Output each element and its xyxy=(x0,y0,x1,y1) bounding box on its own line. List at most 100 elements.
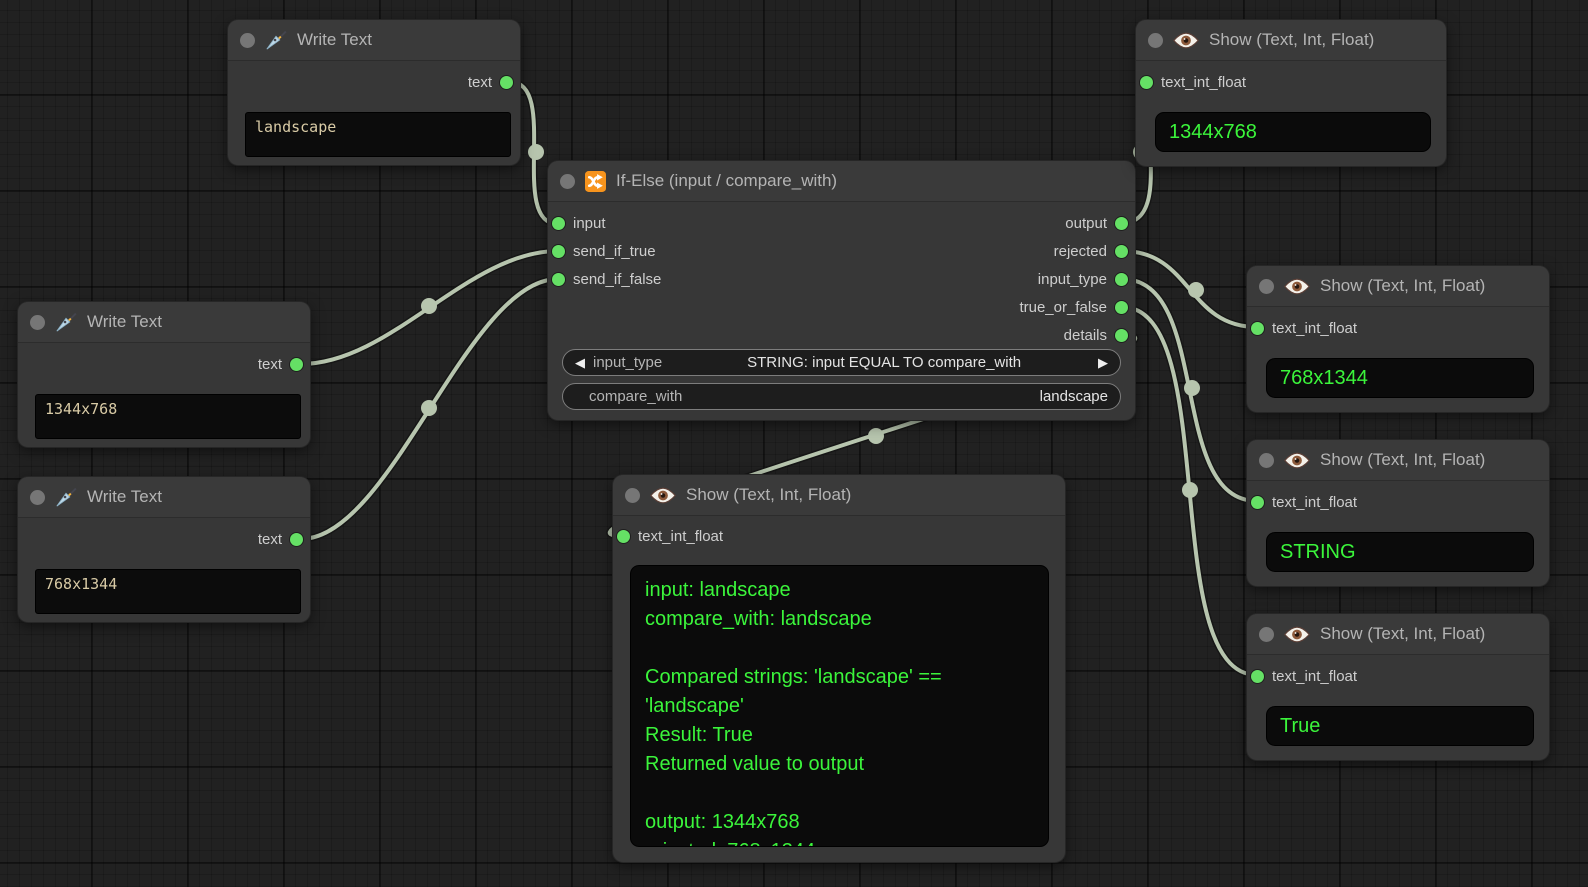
node-if-else[interactable]: If-Else (input / compare_with) input sen… xyxy=(548,161,1135,420)
port-dot[interactable] xyxy=(552,245,565,258)
output-port-text: text xyxy=(258,526,303,552)
text-input[interactable]: 768x1344 xyxy=(35,569,301,614)
eye-icon xyxy=(1284,452,1310,469)
output-port-rejected: rejected xyxy=(1054,238,1128,264)
port-label: input xyxy=(573,215,606,232)
port-label: text_int_float xyxy=(1272,494,1357,511)
collapse-toggle[interactable] xyxy=(1259,453,1274,468)
port-dot[interactable] xyxy=(1115,217,1128,230)
combo-prev-arrow[interactable]: ◀ xyxy=(575,356,585,369)
combo-label: input_type xyxy=(593,354,662,371)
port-label: true_or_false xyxy=(1019,299,1107,316)
node-title-bar: Show (Text, Int, Float) xyxy=(1247,614,1549,655)
collapse-toggle[interactable] xyxy=(1259,627,1274,642)
port-dot[interactable] xyxy=(290,358,303,371)
node-title: If-Else (input / compare_with) xyxy=(616,171,837,191)
eye-icon xyxy=(1173,32,1199,49)
collapse-toggle[interactable] xyxy=(1148,33,1163,48)
node-show-output[interactable]: Show (Text, Int, Float) text_int_float 1… xyxy=(1136,20,1446,166)
port-dot[interactable] xyxy=(1140,76,1153,89)
input-port-text-int-float: text_int_float xyxy=(1251,315,1357,341)
show-display: STRING xyxy=(1266,532,1534,572)
node-title: Show (Text, Int, Float) xyxy=(1320,450,1485,470)
node-show-true-or-false[interactable]: Show (Text, Int, Float) text_int_float T… xyxy=(1247,614,1549,760)
port-dot[interactable] xyxy=(617,530,630,543)
node-editor-canvas[interactable]: Write Text text landscape Write Text tex… xyxy=(0,0,1588,887)
node-show-details[interactable]: Show (Text, Int, Float) text_int_float i… xyxy=(613,475,1065,862)
pen-icon xyxy=(55,311,77,333)
combo-next-arrow[interactable]: ▶ xyxy=(1098,356,1108,369)
node-title: Show (Text, Int, Float) xyxy=(1320,276,1485,296)
node-title-bar: Show (Text, Int, Float) xyxy=(1247,440,1549,481)
node-title: Write Text xyxy=(297,30,372,50)
node-write-text-1[interactable]: Write Text text landscape xyxy=(228,20,520,165)
port-dot[interactable] xyxy=(552,273,565,286)
port-dot[interactable] xyxy=(500,76,513,89)
input-port-text-int-float: text_int_float xyxy=(1251,489,1357,515)
port-dot[interactable] xyxy=(1115,273,1128,286)
output-port-text: text xyxy=(258,351,303,377)
input-port-text-int-float: text_int_float xyxy=(617,523,723,549)
port-label: rejected xyxy=(1054,243,1107,260)
port-label: text xyxy=(258,356,282,373)
node-title: Show (Text, Int, Float) xyxy=(1209,30,1374,50)
port-label: text_int_float xyxy=(1272,320,1357,337)
port-dot[interactable] xyxy=(1115,301,1128,314)
port-dot[interactable] xyxy=(290,533,303,546)
node-title-bar: Write Text xyxy=(228,20,520,61)
input-type-combo[interactable]: ◀ input_type STRING: input EQUAL TO comp… xyxy=(562,349,1121,376)
node-write-text-3[interactable]: Write Text text 768x1344 xyxy=(18,477,310,622)
port-label: text_int_float xyxy=(1272,668,1357,685)
eye-icon xyxy=(1284,626,1310,643)
node-show-rejected[interactable]: Show (Text, Int, Float) text_int_float 7… xyxy=(1247,266,1549,412)
node-title-bar: If-Else (input / compare_with) xyxy=(548,161,1135,202)
output-port-output: output xyxy=(1065,210,1128,236)
output-port-text: text xyxy=(468,69,513,95)
node-title: Write Text xyxy=(87,487,162,507)
pen-icon xyxy=(55,486,77,508)
output-port-details: details xyxy=(1064,322,1128,348)
port-dot[interactable] xyxy=(1115,329,1128,342)
port-label: details xyxy=(1064,327,1107,344)
show-display: True xyxy=(1266,706,1534,746)
port-label: input_type xyxy=(1038,271,1107,288)
combo-value: STRING: input EQUAL TO compare_with xyxy=(670,354,1098,371)
eye-icon xyxy=(650,487,676,504)
collapse-toggle[interactable] xyxy=(625,488,640,503)
input-port-send-if-true: send_if_true xyxy=(552,238,656,264)
port-label: send_if_false xyxy=(573,271,661,288)
port-dot[interactable] xyxy=(1115,245,1128,258)
text-input[interactable]: landscape xyxy=(245,112,511,157)
port-dot[interactable] xyxy=(552,217,565,230)
port-dot[interactable] xyxy=(1251,670,1264,683)
collapse-toggle[interactable] xyxy=(560,174,575,189)
port-label: text_int_float xyxy=(638,528,723,545)
show-display: 768x1344 xyxy=(1266,358,1534,398)
text-input[interactable]: 1344x768 xyxy=(35,394,301,439)
node-title: Show (Text, Int, Float) xyxy=(686,485,851,505)
node-title-bar: Show (Text, Int, Float) xyxy=(1136,20,1446,61)
node-show-input-type[interactable]: Show (Text, Int, Float) text_int_float S… xyxy=(1247,440,1549,586)
input-port-text-int-float: text_int_float xyxy=(1140,69,1246,95)
eye-icon xyxy=(1284,278,1310,295)
port-label: send_if_true xyxy=(573,243,656,260)
port-dot[interactable] xyxy=(1251,496,1264,509)
compare-with-field[interactable]: compare_with landscape xyxy=(562,383,1121,410)
collapse-toggle[interactable] xyxy=(1259,279,1274,294)
port-label: text xyxy=(468,74,492,91)
show-display: input: landscape compare_with: landscape… xyxy=(630,565,1049,847)
port-label: text_int_float xyxy=(1161,74,1246,91)
port-dot[interactable] xyxy=(1251,322,1264,335)
node-write-text-2[interactable]: Write Text text 1344x768 xyxy=(18,302,310,447)
port-label: output xyxy=(1065,215,1107,232)
port-label: text xyxy=(258,531,282,548)
collapse-toggle[interactable] xyxy=(30,315,45,330)
node-title-bar: Write Text xyxy=(18,302,310,343)
node-title-bar: Show (Text, Int, Float) xyxy=(613,475,1065,516)
collapse-toggle[interactable] xyxy=(30,490,45,505)
output-port-input-type: input_type xyxy=(1038,266,1128,292)
shuffle-icon xyxy=(585,171,606,192)
collapse-toggle[interactable] xyxy=(240,33,255,48)
pen-icon xyxy=(265,29,287,51)
node-title-bar: Write Text xyxy=(18,477,310,518)
